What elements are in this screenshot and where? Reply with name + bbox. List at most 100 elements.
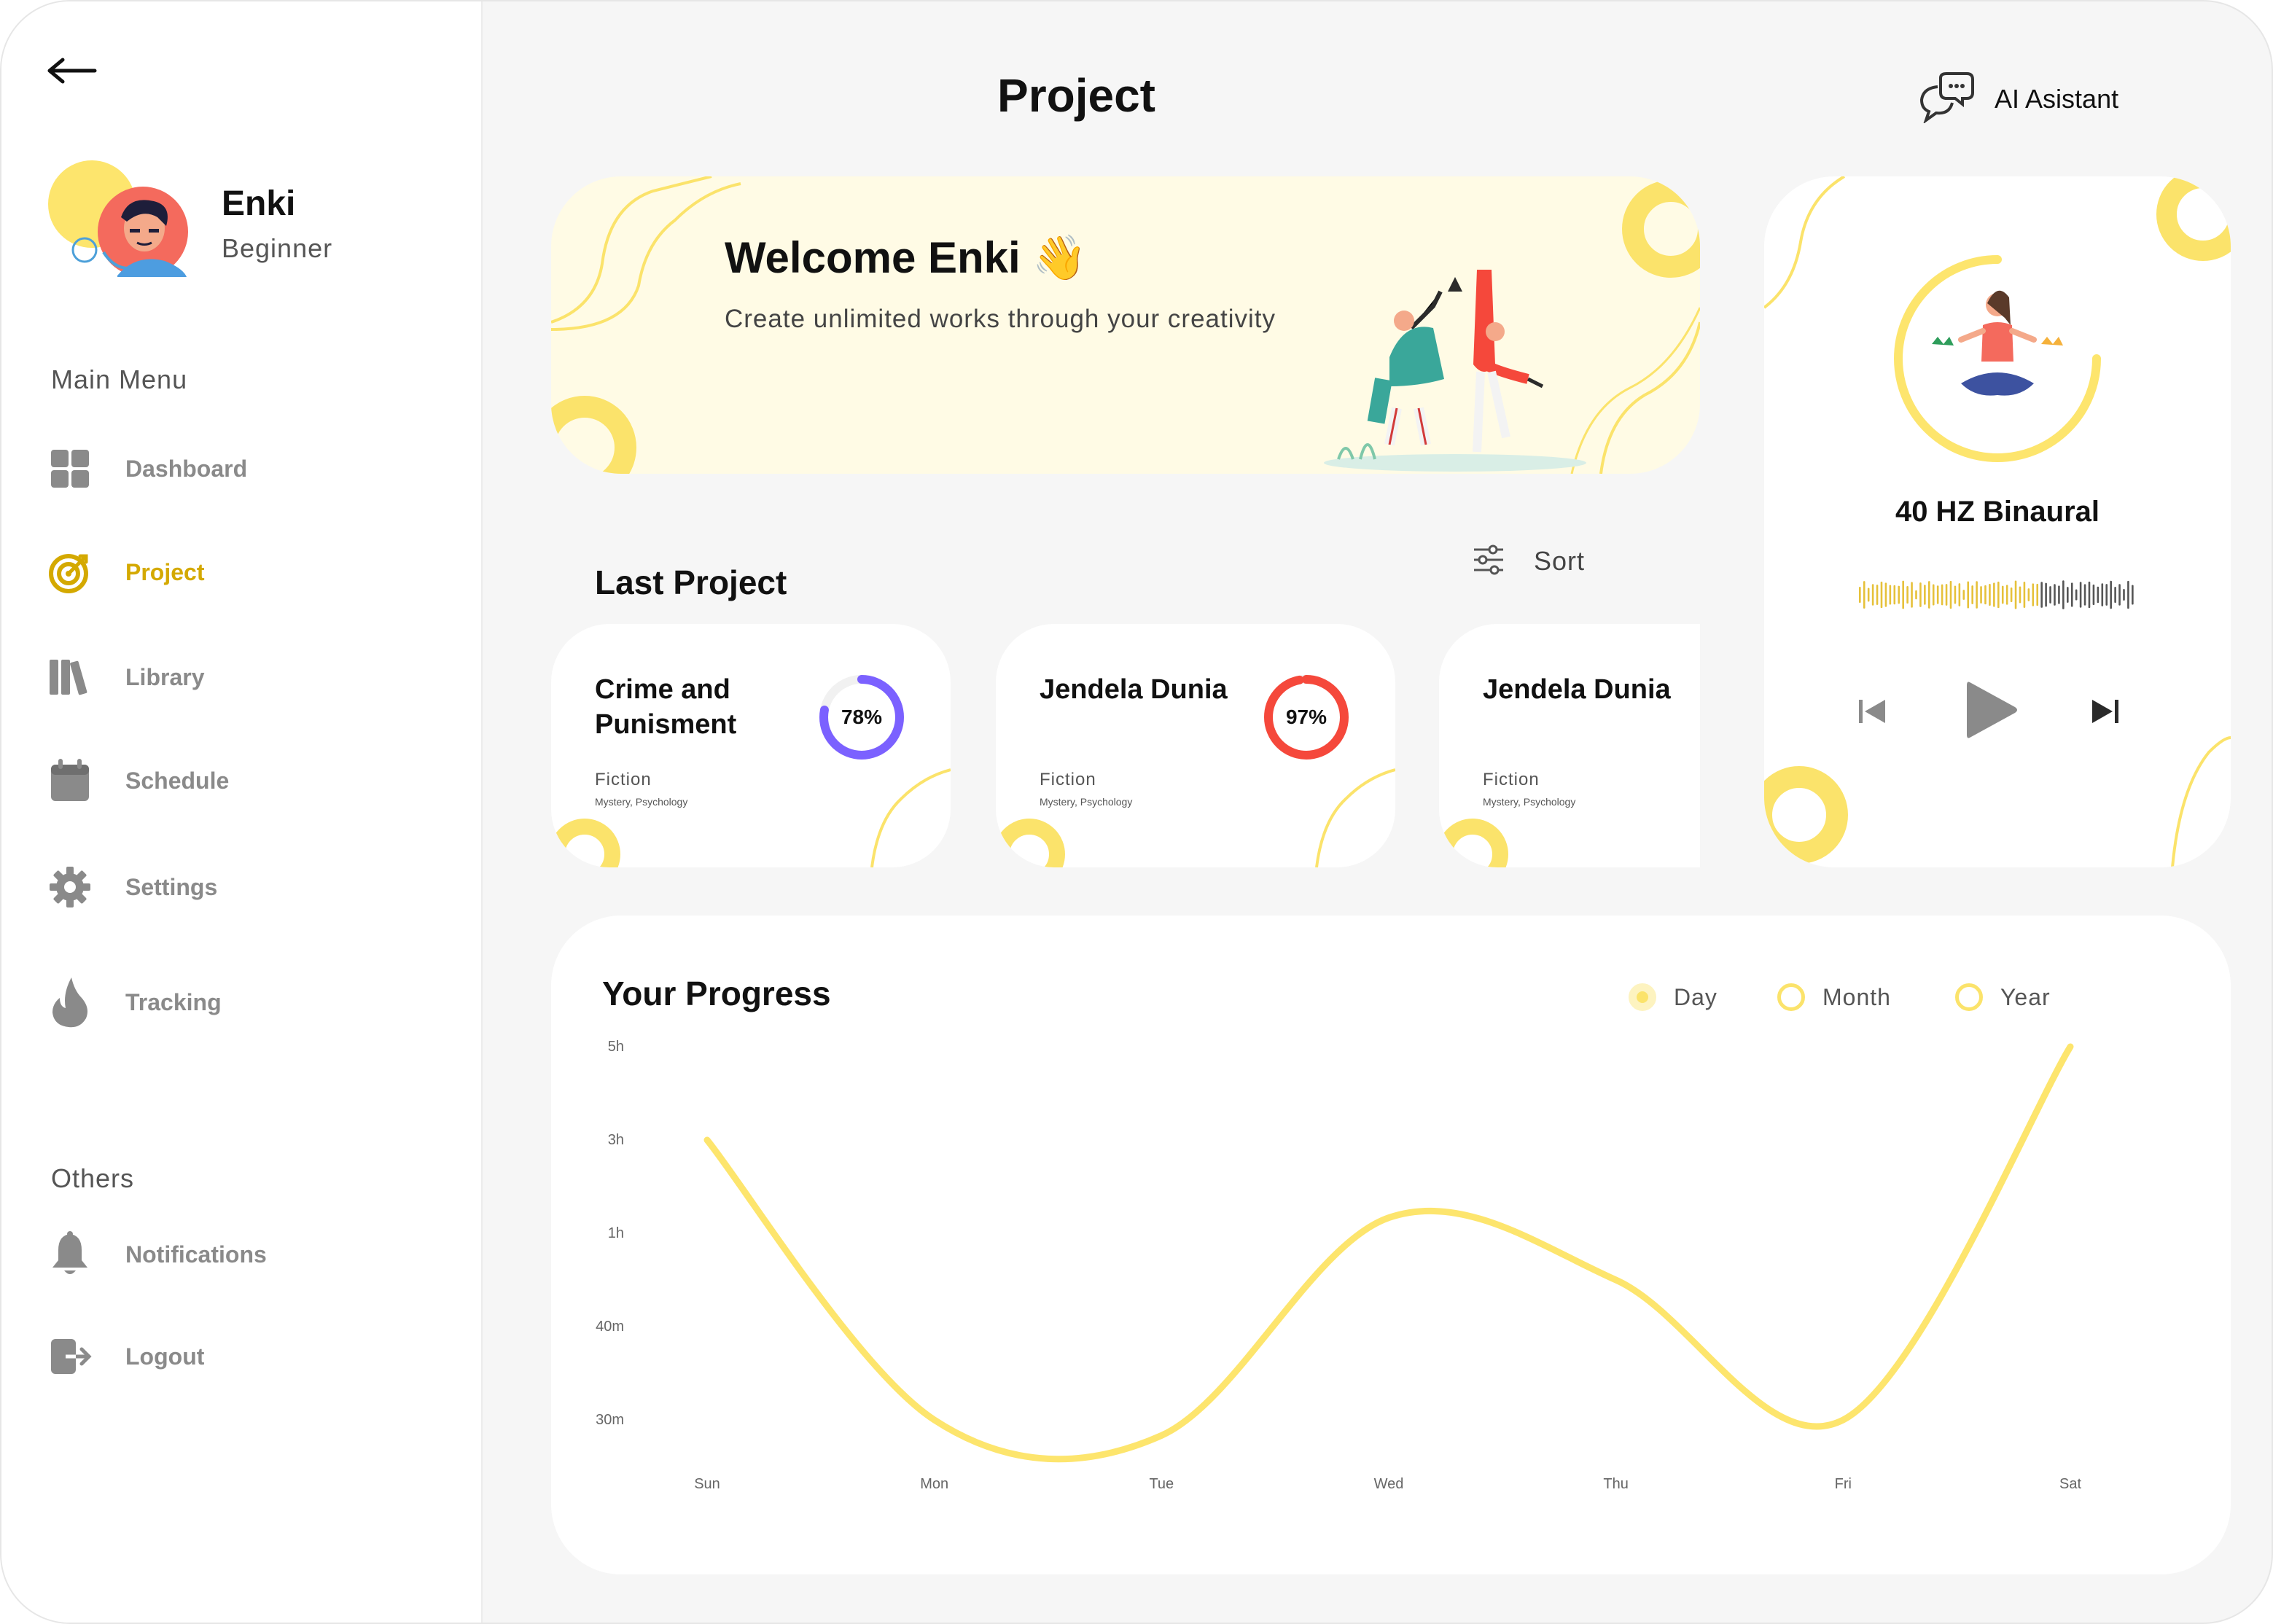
previous-track-icon[interactable] [1856,695,1888,731]
last-project-title: Last Project [595,563,787,601]
waveform-bar [1859,587,1861,603]
project-genre: Fiction [1483,770,1540,789]
audio-waveform[interactable] [1859,573,2136,617]
waveform-bar [1932,584,1935,606]
sort-label: Sort [1534,546,1586,576]
waveform-bar [2045,582,2047,607]
sort-button[interactable]: Sort [1473,541,1585,582]
waveform-bar [1867,587,1870,602]
waveform-bar [1984,585,1987,605]
waveform-bar [2005,585,2008,605]
sliders-icon [1473,544,1505,579]
waveform-bar [1928,581,1930,609]
waveform-bar [2079,582,2082,608]
meditation-illustration [1894,255,2101,462]
y-tick-label: 1h [608,1225,624,1241]
series-line [703,1043,2074,1463]
waveform-bar [1924,585,1926,605]
nav-label: Schedule [125,767,230,794]
waveform-bar [2049,586,2051,604]
app-window: Enki Beginner Main Menu Dashboard Projec… [0,0,2273,1624]
waveform-bar [1941,584,1943,606]
x-tick-label: Tue [1149,1476,1174,1492]
waveform-bar [1915,590,1917,600]
card-decoration [1439,819,1508,867]
waveform-bar [1989,584,1991,606]
nav-label: Tracking [125,988,222,1015]
project-tags: Mystery, Psychology [1483,796,1576,808]
nav-dashboard[interactable]: Dashboard [48,443,427,494]
waveform-bar [2040,582,2043,608]
flame-icon [48,977,92,1028]
waveform-bar [1893,585,1896,605]
x-tick-label: Sun [694,1476,720,1492]
waveform-bar [1997,581,2000,609]
nav-label: Settings [125,873,218,900]
waveform-bar [1876,585,1879,605]
waveform-bar [2132,585,2134,605]
waveform-bar [1884,582,1887,607]
project-tags: Mystery, Psychology [595,796,688,808]
waveform-bar [2105,584,2108,606]
nav-library[interactable]: Library [48,652,427,703]
project-tags: Mystery, Psychology [1040,796,1133,808]
nav-label: Library [125,663,205,690]
waveform-bar [1919,582,1922,607]
play-icon[interactable] [1962,678,2021,746]
waveform-bar [2027,588,2030,601]
nav-label: Project [125,558,205,585]
waveform-bar [2019,586,2021,604]
waveform-bar [1976,581,1978,609]
calendar-icon [48,759,92,803]
welcome-banner: Welcome Enki 👋 Create unlimited works th… [551,176,1700,474]
waveform-bar [2032,583,2035,606]
waveform-bar [1949,580,1952,609]
nav-tracking[interactable]: Tracking [48,977,427,1028]
nav-logout[interactable]: Logout [48,1331,427,1382]
waveform-bar [2088,581,2091,609]
project-title: Jendela Dunia [1483,674,1671,705]
waveform-bar [1967,581,1970,609]
project-card[interactable]: Jendela Dunia Fiction Mystery, Psycholog… [1439,624,1700,867]
waveform-bar [2036,583,2039,606]
page-title: Project [997,69,1155,122]
waveform-bar [1871,584,1874,606]
welcome-subtitle: Create unlimited works through your crea… [725,305,1276,333]
waveform-bar [1945,584,1948,606]
x-tick-label: Thu [1603,1476,1628,1492]
chat-bubbles-icon [1919,71,1974,127]
nav-label: Notifications [125,1241,267,1268]
waveform-bar [2062,580,2065,609]
waveform-bar [2118,584,2121,606]
project-list: Crime and Punisment Fiction Mystery, Psy… [551,624,1700,867]
waveform-bar [1993,582,1995,607]
y-tick-label: 3h [608,1132,624,1148]
waveform-bar [1971,585,1973,604]
waveform-bar [1958,583,1961,606]
sidebar: Enki Beginner Main Menu Dashboard Projec… [1,1,483,1623]
welcome-title: Welcome Enki 👋 [725,233,1088,282]
waveform-bar [2010,587,2013,602]
ai-assistant-button[interactable]: AI Asistant [1919,70,2118,128]
back-arrow-icon[interactable] [47,52,98,89]
logout-icon [48,1335,92,1378]
progress-percent: 78% [841,706,883,728]
waveform-bar [1889,585,1892,605]
waveform-bar [1962,590,1965,600]
project-card[interactable]: Jendela Dunia Fiction Mystery, Psycholog… [996,624,1395,867]
high-five-illustration [1324,270,1586,472]
avatar[interactable] [48,159,194,283]
waveform-bar [2054,584,2056,606]
nav-settings[interactable]: Settings [48,862,427,913]
next-track-icon[interactable] [2089,695,2121,731]
waveform-bar [2123,589,2125,601]
nav-notifications[interactable]: Notifications [48,1229,427,1280]
nav-schedule[interactable]: Schedule [48,755,427,806]
nav-project[interactable]: Project [48,547,427,598]
waveform-bar [2067,587,2069,603]
dashboard-grid-icon [48,447,92,491]
waveform-bar [1906,585,1909,604]
progress-panel: Your Progress Day Month Year 5h 3h 1h 40m 30… [551,916,2231,1574]
project-card[interactable]: Crime and Punisment Fiction Mystery, Psy… [551,624,951,867]
x-tick-label: Fri [1835,1476,1852,1492]
